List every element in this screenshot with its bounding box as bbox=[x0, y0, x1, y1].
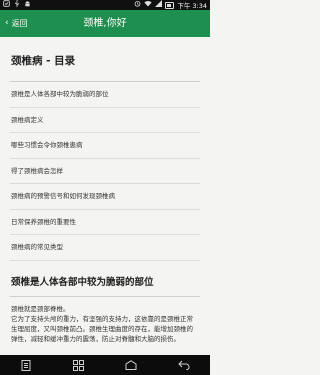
menu-icon bbox=[21, 359, 31, 371]
menu-button[interactable] bbox=[11, 355, 41, 375]
home-icon bbox=[125, 360, 137, 370]
android-debug-icon bbox=[24, 0, 31, 10]
alarm-icon bbox=[134, 0, 141, 10]
app-header: ‹ 返回 颈椎,你好 bbox=[0, 10, 210, 37]
signal-icon bbox=[155, 0, 163, 10]
toc-item[interactable]: 哪些习惯会令你颈椎患病 bbox=[10, 133, 200, 159]
status-time: 下午 3:34 bbox=[177, 2, 207, 10]
usb-icon bbox=[14, 0, 20, 10]
recent-apps-icon bbox=[73, 359, 85, 371]
back-arrow-icon bbox=[178, 360, 190, 370]
recent-apps-button[interactable] bbox=[64, 355, 94, 375]
back-button[interactable]: ‹ 返回 bbox=[0, 10, 34, 37]
chevron-left-icon: ‹ bbox=[5, 18, 9, 28]
back-nav-button[interactable] bbox=[169, 355, 199, 375]
paragraph: 它为了支持头颅的重力，有坚强的支持力，这依靠的是颈椎正常生理屈度，又叫颈椎前凸。… bbox=[11, 314, 193, 343]
system-nav-bar bbox=[0, 355, 210, 375]
app-notification-icon bbox=[3, 0, 10, 10]
toc-item[interactable]: 得了颈椎病会怎样 bbox=[10, 159, 200, 184]
back-button-label: 返回 bbox=[11, 19, 28, 28]
toc-list: 颈椎是人体各部中较为脆弱的部位 颈椎病定义 哪些习惯会令你颈椎患病 得了颈椎病会… bbox=[0, 82, 210, 261]
article-content[interactable]: 颈椎病 - 目录 颈椎是人体各部中较为脆弱的部位 颈椎病定义 哪些习惯会令你颈椎… bbox=[0, 37, 210, 355]
home-button[interactable] bbox=[116, 355, 146, 375]
paragraph: 颈椎就是颈部脊椎。 bbox=[11, 304, 70, 313]
wifi-icon bbox=[144, 0, 152, 10]
toc-item[interactable]: 颈椎病定义 bbox=[10, 108, 200, 133]
toc-item[interactable]: 日常保养颈椎的重要性 bbox=[10, 210, 200, 235]
toc-heading: 颈椎病 - 目录 bbox=[11, 55, 76, 67]
section-heading: 颈椎是人体各部中较为脆弱的部位 bbox=[11, 276, 154, 288]
app-screen: 下午 3:34 ‹ 返回 颈椎,你好 颈椎病 - 目录 颈椎是人体各部中较为脆弱… bbox=[0, 0, 210, 375]
toc-item[interactable]: 颈椎病的预警信号和如何发现颈椎病 bbox=[10, 184, 200, 210]
battery-icon bbox=[165, 1, 175, 9]
toc-item[interactable]: 颈椎病的常见类型 bbox=[10, 235, 200, 261]
status-bar: 下午 3:34 bbox=[0, 0, 210, 10]
toc-item[interactable]: 颈椎是人体各部中较为脆弱的部位 bbox=[10, 82, 200, 108]
